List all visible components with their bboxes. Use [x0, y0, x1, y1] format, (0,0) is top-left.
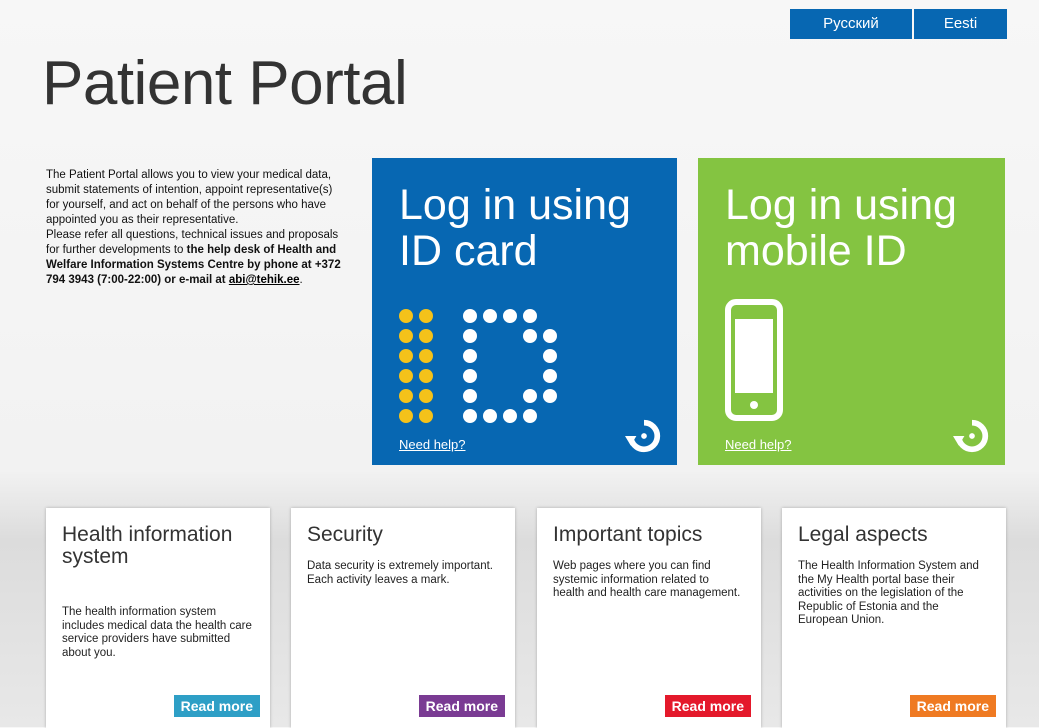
login-id-card-title: Log in using ID card: [399, 182, 631, 274]
card-title: Security: [307, 523, 383, 546]
login-mobile-title: Log in using mobile ID: [725, 182, 957, 274]
card-security: Security Data security is extremely impo…: [291, 508, 515, 728]
read-more-button[interactable]: Read more: [173, 695, 260, 717]
card-title: Legal aspects: [798, 523, 928, 546]
card-title: Important topics: [553, 523, 703, 546]
login-mobile-id-button[interactable]: Log in using mobile ID Need help?: [698, 158, 1005, 465]
intro-text: The Patient Portal allows you to view yo…: [46, 168, 346, 288]
card-text: Web pages where you can find systemic in…: [553, 560, 741, 599]
read-more-button[interactable]: Read more: [664, 695, 751, 717]
card-text: Data security is extremely important. Ea…: [307, 560, 493, 586]
card-health-information-system: Health information system The health inf…: [46, 508, 270, 728]
card-important-topics: Important topics Web pages where you can…: [537, 508, 761, 728]
card-text: The Health Information System and the My…: [798, 560, 979, 626]
email-link[interactable]: abi@tehik.ee: [229, 274, 300, 286]
id-card-need-help-link[interactable]: Need help?: [399, 437, 466, 452]
card-title: Health information system: [62, 523, 233, 568]
read-more-button[interactable]: Read more: [909, 695, 996, 717]
login-id-card-button[interactable]: Log in using ID card Need help?: [372, 158, 677, 465]
login-mobile-line2: mobile ID: [725, 227, 907, 275]
mobile-id-need-help-link[interactable]: Need help?: [725, 437, 792, 452]
intro-paragraph: The Patient Portal allows you to view yo…: [46, 169, 333, 226]
login-mobile-line1: Log in using: [725, 181, 957, 229]
mobile-phone-icon: [725, 299, 783, 421]
card-text: The health information system includes m…: [62, 606, 252, 659]
login-id-line2: ID card: [399, 227, 538, 275]
page-title: Patient Portal: [42, 49, 408, 118]
language-estonian-link[interactable]: Eesti: [914, 9, 1007, 39]
refresh-arrow-icon: [625, 419, 661, 453]
intro-end: .: [299, 274, 303, 286]
language-russian-link[interactable]: Русский: [790, 9, 912, 39]
read-more-button[interactable]: Read more: [418, 695, 505, 717]
card-legal-aspects: Legal aspects The Health Information Sys…: [782, 508, 1006, 728]
refresh-arrow-icon: [953, 419, 989, 453]
login-id-line1: Log in using: [399, 181, 631, 229]
id-card-dots-icon: [399, 309, 557, 423]
